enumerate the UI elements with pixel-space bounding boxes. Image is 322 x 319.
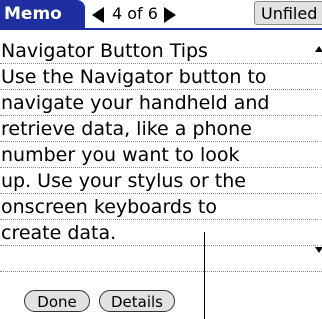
- next-record-icon[interactable]: [164, 7, 176, 23]
- memo-line: create data.: [0, 220, 322, 246]
- app-title[interactable]: Memo: [0, 0, 85, 28]
- title-bar: Memo 4 of 6 Unfiled: [0, 0, 322, 30]
- done-button[interactable]: Done: [24, 290, 90, 312]
- previous-record-icon[interactable]: [92, 7, 104, 23]
- memo-line: Navigator Button Tips: [0, 38, 322, 64]
- memo-line: [0, 246, 322, 272]
- memo-line: navigate your handheld and: [0, 90, 322, 116]
- memo-line: number you want to look: [0, 142, 322, 168]
- scroll-down-icon[interactable]: [315, 247, 322, 253]
- memo-line: retrieve data, like a phone: [0, 116, 322, 142]
- memo-line: Use the Navigator button to: [0, 64, 322, 90]
- memo-line: up. Use your stylus or the: [0, 168, 322, 194]
- record-counter: 4 of 6: [112, 4, 158, 23]
- text-cursor: [204, 232, 205, 319]
- scrollbar-track[interactable]: [318, 52, 320, 247]
- details-button[interactable]: Details: [99, 290, 175, 312]
- memo-text-area[interactable]: Navigator Button Tips Use the Navigator …: [0, 38, 322, 272]
- memo-line: onscreen keyboards to: [0, 194, 322, 220]
- category-selector[interactable]: Unfiled: [254, 1, 322, 25]
